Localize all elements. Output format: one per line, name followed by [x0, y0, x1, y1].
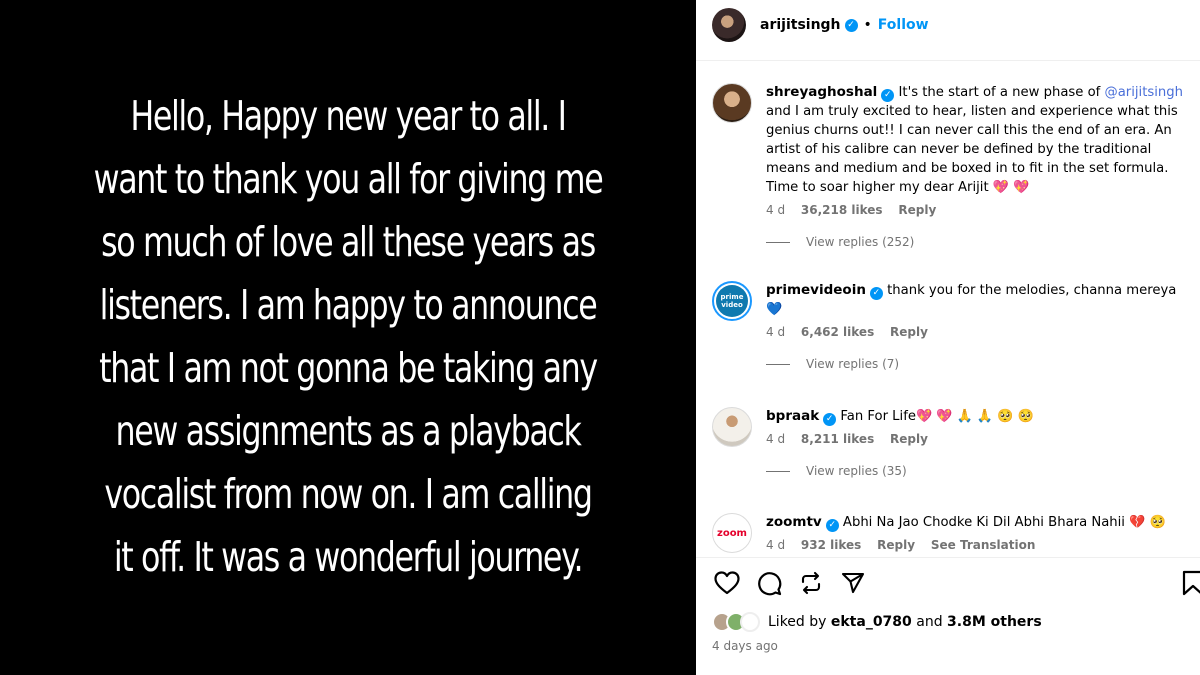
- post-panel: arijitsingh ✓ • Follow shreyaghoshal ✓ It…: [696, 0, 1200, 675]
- verified-badge-icon: ✓: [881, 89, 895, 102]
- like-icon[interactable]: [712, 567, 742, 599]
- comment-username[interactable]: bpraak: [766, 408, 819, 424]
- zoomtv-logo: zoom: [717, 527, 747, 539]
- comment-likes[interactable]: 8,211 likes: [801, 432, 874, 446]
- comment-text: zoomtv ✓ Abhi Na Jao Chodke Ki Dil Abhi B…: [766, 514, 1166, 532]
- verified-badge-icon: ✓: [825, 519, 839, 532]
- comment-likes[interactable]: 6,462 likes: [801, 325, 874, 339]
- view-replies-button[interactable]: View replies (35): [766, 464, 1192, 478]
- liker-avatar[interactable]: [740, 612, 760, 632]
- emoji-icons: 💖 💖 🙏 🙏 🥺 🥺: [915, 409, 1034, 424]
- comment-item: zoom zoomtv ✓ Abhi Na Jao Chodke Ki Dil A…: [712, 513, 1192, 553]
- comment-item: shreyaghoshal ✓ It's the start of a new p…: [712, 83, 1192, 249]
- comment-meta: 4 d 36,218 likes Reply: [766, 203, 1192, 217]
- primevideo-logo: prime video: [716, 285, 748, 317]
- story-text: Hello, Happy new year to all. I want to …: [93, 92, 604, 581]
- comment-age: 4 d: [766, 203, 786, 217]
- verified-badge-icon: ✓: [869, 287, 883, 300]
- author-username[interactable]: arijitsingh: [760, 17, 841, 33]
- actions-divider: [696, 557, 1200, 558]
- comment-avatar[interactable]: zoom: [712, 513, 752, 553]
- verified-badge-icon: ✓: [823, 413, 837, 426]
- view-replies-button[interactable]: View replies (252): [766, 235, 1192, 249]
- author-avatar[interactable]: [712, 8, 746, 42]
- view-replies-button[interactable]: View replies (7): [766, 357, 1192, 371]
- reply-button[interactable]: Reply: [877, 538, 915, 552]
- comment-likes[interactable]: 932 likes: [801, 538, 861, 552]
- likes-summary: Liked by ekta_0780 and 3.8M others: [712, 612, 1042, 632]
- reply-button[interactable]: Reply: [890, 325, 928, 339]
- reply-button[interactable]: Reply: [890, 432, 928, 446]
- post-timestamp: 4 days ago: [712, 639, 778, 653]
- comment-text: bpraak ✓ Fan For Life💖 💖 🙏 🙏 🥺 🥺: [766, 408, 1034, 426]
- comment-text: shreyaghoshal ✓ It's the start of a new p…: [766, 84, 1183, 195]
- replies-line: [766, 470, 790, 472]
- comment-item: prime video primevideoin ✓ thank you for …: [712, 281, 1192, 371]
- comment-avatar[interactable]: [712, 83, 752, 123]
- comment-text: primevideoin ✓ thank you for the melodies…: [766, 282, 1177, 317]
- post-actions: [712, 567, 1200, 599]
- comment-meta: 4 d 932 likes Reply See Translation: [766, 538, 1192, 552]
- follow-button[interactable]: Follow: [878, 17, 929, 33]
- comment-meta: 4 d 6,462 likes Reply: [766, 325, 1192, 339]
- comment-avatar[interactable]: prime video: [712, 281, 752, 321]
- liker-username[interactable]: ekta_0780: [831, 614, 912, 630]
- heart-emoji-icon: 💖 💖: [992, 180, 1030, 195]
- comment-likes[interactable]: 36,218 likes: [801, 203, 883, 217]
- comment-age: 4 d: [766, 538, 786, 552]
- likes-others-link[interactable]: 3.8M others: [947, 614, 1042, 630]
- comment-avatar[interactable]: [712, 407, 752, 447]
- comments-list: shreyaghoshal ✓ It's the start of a new p…: [696, 61, 1200, 557]
- share-icon[interactable]: [838, 567, 868, 599]
- likes-text: Liked by ekta_0780 and 3.8M others: [768, 614, 1042, 630]
- emoji-icons: 💔 🥺: [1129, 515, 1166, 530]
- header-separator: •: [863, 17, 872, 33]
- mention-link[interactable]: @arijitsingh: [1105, 85, 1183, 100]
- replies-line: [766, 241, 790, 243]
- story-panel: Hello, Happy new year to all. I want to …: [0, 0, 696, 675]
- repost-icon[interactable]: [796, 567, 826, 599]
- comment-username[interactable]: primevideoin: [766, 282, 866, 298]
- post-header: arijitsingh ✓ • Follow: [696, 0, 1200, 50]
- comment-age: 4 d: [766, 432, 786, 446]
- blue-heart-emoji-icon: 💙: [766, 302, 783, 317]
- replies-line: [766, 363, 790, 365]
- comment-username[interactable]: zoomtv: [766, 514, 822, 530]
- see-translation-button[interactable]: See Translation: [931, 538, 1036, 552]
- comment-age: 4 d: [766, 325, 786, 339]
- verified-badge-icon: ✓: [844, 18, 858, 32]
- comment-item: bpraak ✓ Fan For Life💖 💖 🙏 🙏 🥺 🥺 4 d 8,21…: [712, 407, 1192, 478]
- save-icon[interactable]: [1182, 567, 1200, 599]
- reply-button[interactable]: Reply: [898, 203, 936, 217]
- comment-username[interactable]: shreyaghoshal: [766, 84, 877, 100]
- comment-meta: 4 d 8,211 likes Reply: [766, 432, 1192, 446]
- comment-icon[interactable]: [754, 567, 784, 599]
